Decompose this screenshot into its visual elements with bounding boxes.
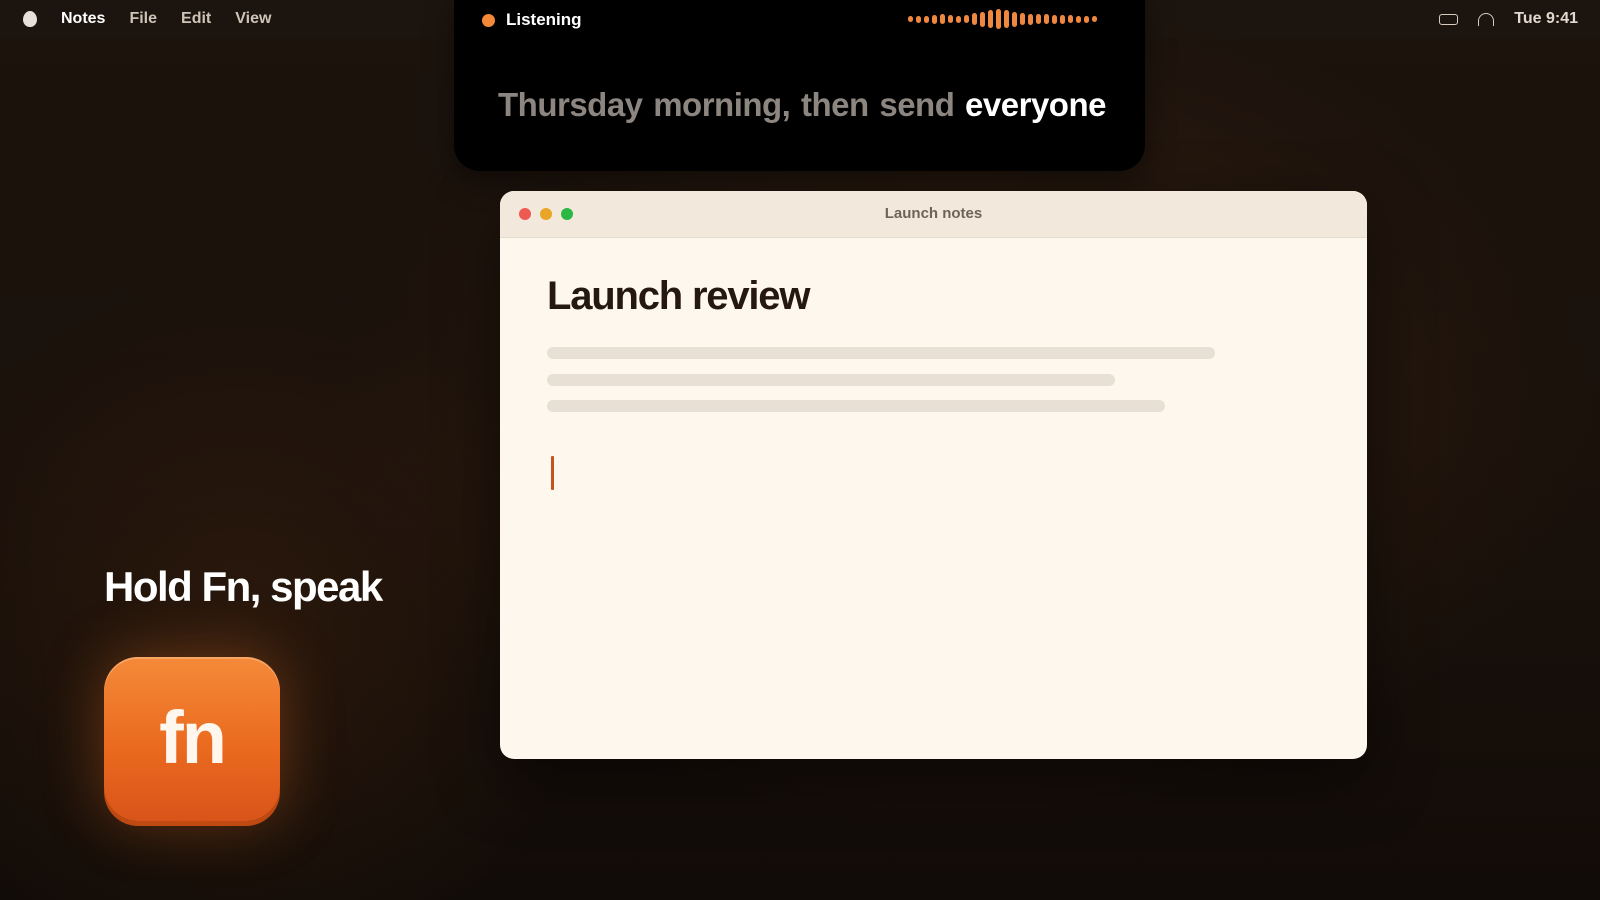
waveform-bar	[980, 11, 985, 27]
waveform-bar	[1076, 15, 1081, 23]
menu-file[interactable]: File	[129, 10, 157, 28]
waveform-bar	[1092, 16, 1097, 22]
waveform-bar	[1020, 13, 1025, 25]
waveform-bar	[924, 15, 929, 23]
waveform-icon	[908, 8, 1097, 30]
transcript-current-word: everyone	[965, 86, 1106, 123]
menu-edit[interactable]: Edit	[181, 10, 211, 28]
apple-logo-icon[interactable]	[23, 11, 37, 27]
waveform-bar	[916, 15, 921, 23]
waveform-bar	[908, 16, 913, 22]
waveform-bar	[1004, 10, 1009, 28]
window-titlebar[interactable]: Launch notes	[500, 191, 1367, 238]
dictation-overlay: Listening Thursday morning, then send ev…	[454, 0, 1145, 171]
fn-key-label: fn	[159, 695, 227, 779]
text-line-placeholder	[547, 374, 1115, 386]
menu-items: Notes File Edit View	[61, 0, 271, 38]
waveform-bar	[1012, 11, 1017, 27]
waveform-bar	[940, 14, 945, 24]
waveform-bar	[988, 10, 993, 28]
waveform-bar	[948, 15, 953, 23]
text-cursor[interactable]	[551, 456, 554, 490]
menu-status-area: Tue 9:41	[1439, 0, 1578, 38]
waveform-bar	[1028, 13, 1033, 25]
fn-key[interactable]: fn	[104, 657, 280, 821]
listening-label: Listening	[506, 10, 582, 29]
waveform-bar	[996, 9, 1001, 29]
waveform-bar	[964, 15, 969, 23]
window-title: Launch notes	[884, 205, 983, 222]
waveform-bar	[1068, 15, 1073, 23]
note-title[interactable]: Launch review	[547, 274, 810, 319]
waveform-bar	[956, 15, 961, 23]
menu-clock[interactable]: Tue 9:41	[1514, 10, 1578, 28]
recording-dot-icon	[482, 13, 495, 27]
waveform-bar	[1044, 14, 1049, 24]
text-line-placeholder	[547, 347, 1215, 359]
menu-view[interactable]: View	[235, 10, 271, 28]
transcript-committed-text: Thursday morning, then send	[498, 86, 955, 123]
listening-indicator: Listening	[482, 10, 582, 30]
battery-icon[interactable]	[1439, 13, 1459, 25]
waveform-bar	[1036, 14, 1041, 24]
waveform-bar	[1060, 14, 1065, 24]
headphones-icon[interactable]	[1478, 12, 1495, 26]
live-transcript: Thursday morning, then send everyone	[498, 86, 1106, 124]
notes-window: Launch notes Launch review	[500, 191, 1367, 759]
hint-text: Hold Fn, speak	[104, 563, 383, 610]
text-line-placeholder	[547, 400, 1165, 412]
waveform-bar	[1052, 14, 1057, 24]
waveform-bar	[972, 13, 977, 25]
waveform-bar	[932, 14, 937, 24]
menu-app-notes[interactable]: Notes	[61, 10, 105, 28]
waveform-bar	[1084, 15, 1089, 23]
